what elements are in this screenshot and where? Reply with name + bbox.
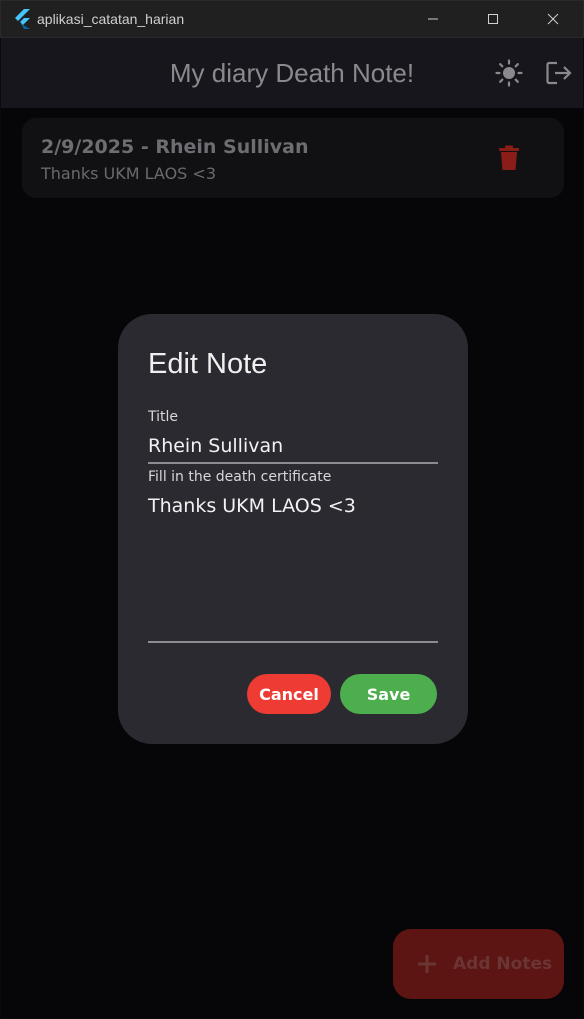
window-titlebar: aplikasi_catatan_harian bbox=[0, 0, 584, 38]
flutter-logo-icon bbox=[11, 8, 33, 30]
dialog-title: Edit Note bbox=[148, 348, 268, 380]
add-notes-label: Add Notes bbox=[453, 954, 553, 974]
content-textarea-underline bbox=[148, 641, 438, 643]
maximize-icon[interactable] bbox=[463, 0, 523, 38]
save-button[interactable]: Save bbox=[340, 674, 437, 714]
title-input[interactable]: Rhein Sullivan bbox=[148, 435, 283, 457]
note-body: Thanks UKM LAOS <3 bbox=[41, 164, 217, 183]
content-field-label: Fill in the death certificate bbox=[148, 469, 332, 485]
plus-icon bbox=[415, 952, 439, 976]
logout-icon[interactable] bbox=[544, 58, 574, 88]
content-textarea[interactable]: Thanks UKM LAOS <3 bbox=[148, 495, 356, 517]
cancel-button[interactable]: Cancel bbox=[247, 674, 331, 714]
edit-note-dialog: Edit Note Title Rhein Sullivan Fill in t… bbox=[118, 314, 468, 744]
title-field-label: Title bbox=[148, 409, 179, 425]
window-title: aplikasi_catatan_harian bbox=[37, 11, 185, 27]
note-card[interactable]: 2/9/2025 - Rhein Sullivan Thanks UKM LAO… bbox=[22, 118, 564, 198]
close-icon[interactable] bbox=[523, 0, 583, 38]
minimize-icon[interactable] bbox=[403, 0, 463, 38]
note-heading: 2/9/2025 - Rhein Sullivan bbox=[41, 136, 309, 158]
app-bar: My diary Death Note! bbox=[1, 38, 583, 108]
add-notes-button[interactable]: Add Notes bbox=[393, 929, 564, 999]
sun-icon[interactable] bbox=[494, 58, 524, 88]
title-input-underline bbox=[148, 462, 438, 464]
trash-icon[interactable] bbox=[498, 145, 520, 171]
